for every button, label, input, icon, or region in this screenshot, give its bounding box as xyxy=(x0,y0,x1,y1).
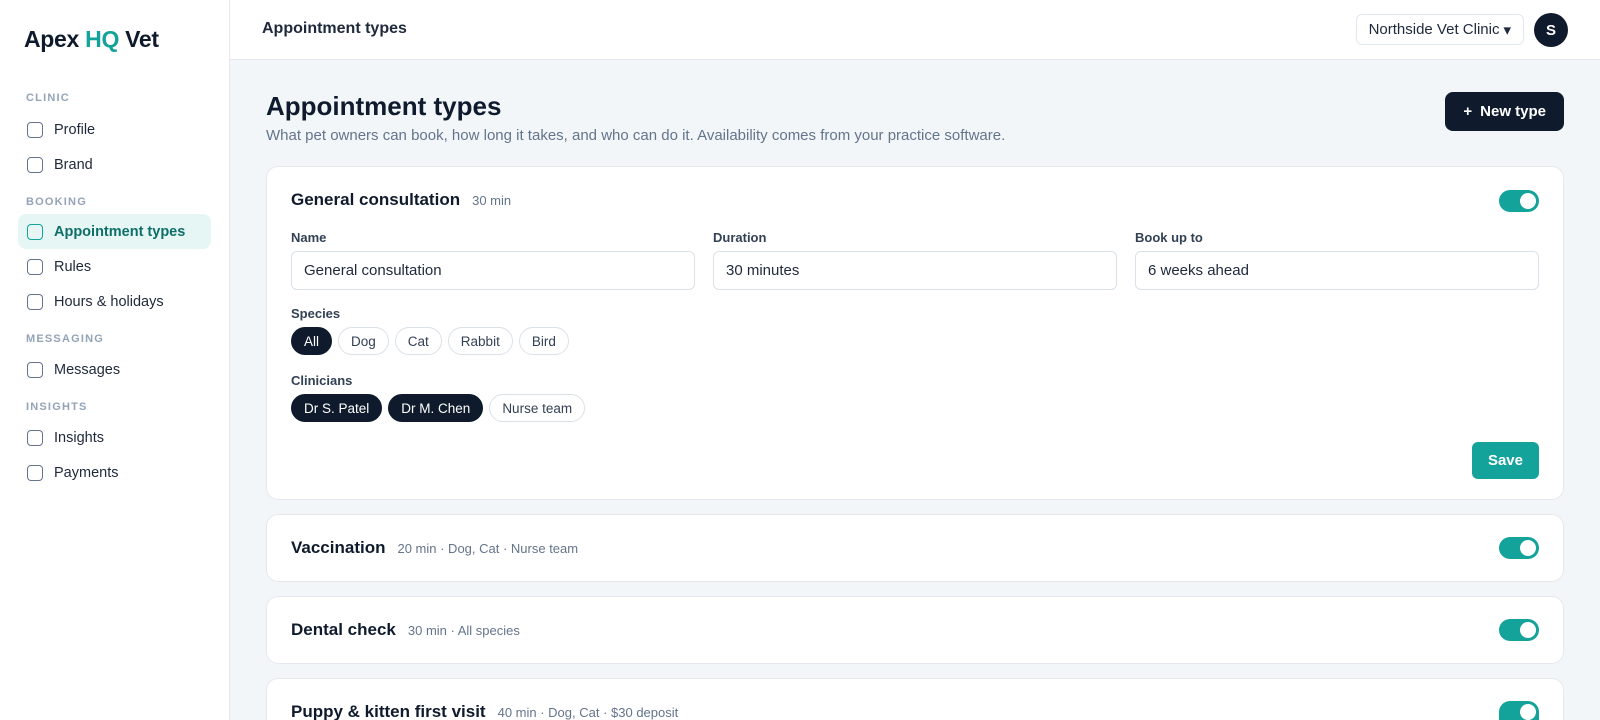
nav-section-booking: BOOKING xyxy=(26,196,87,208)
chevron-down-icon: ▾ xyxy=(1503,21,1511,39)
appointment-type-name: Dental check xyxy=(291,620,396,639)
appointment-type-name: Puppy & kitten first visit xyxy=(291,702,486,720)
sidebar-item-label: Hours & holidays xyxy=(54,293,164,310)
name-input[interactable]: General consultation xyxy=(291,251,695,290)
enabled-toggle[interactable] xyxy=(1499,537,1539,559)
species-label: Species xyxy=(291,306,341,321)
species-chip-bird[interactable]: Bird xyxy=(518,327,569,355)
page-title: Appointment types xyxy=(266,91,502,121)
appointment-type-card-puppy-kitten[interactable]: Puppy & kitten first visit 40 min · Dog,… xyxy=(266,678,1564,720)
appointment-type-name: General consultation xyxy=(291,190,461,209)
appointment-type-meta: 30 min · All species xyxy=(407,623,520,638)
appointment-type-card-dental-check[interactable]: Dental check 30 min · All species xyxy=(266,596,1564,664)
app-logo[interactable]: Apex HQ Vet xyxy=(24,26,159,53)
checkbox-icon xyxy=(27,156,43,173)
species-chip-dog[interactable]: Dog xyxy=(338,327,389,355)
checkbox-icon xyxy=(27,223,43,240)
sidebar-item-hours-holidays[interactable]: Hours & holidays xyxy=(18,284,211,319)
sidebar-item-label: Insights xyxy=(54,429,104,446)
enabled-toggle[interactable] xyxy=(1499,619,1539,641)
duration-input[interactable]: 30 minutes xyxy=(713,251,1117,290)
appointment-type-name: Vaccination xyxy=(291,538,386,557)
checkbox-icon xyxy=(27,464,43,481)
user-avatar[interactable]: S xyxy=(1534,13,1568,47)
card-header[interactable]: General consultation 30 min xyxy=(291,190,511,210)
logo-word-2: HQ xyxy=(85,26,120,52)
clinician-chip-chen[interactable]: Dr M. Chen xyxy=(388,394,484,422)
sidebar-item-label: Rules xyxy=(54,258,92,275)
nav-section-insights: INSIGHTS xyxy=(26,401,88,413)
card-header: Puppy & kitten first visit 40 min · Dog,… xyxy=(291,702,678,720)
clinician-chip-nurse-team[interactable]: Nurse team xyxy=(489,394,586,422)
topbar-title: Appointment types xyxy=(262,20,407,37)
toggle-knob xyxy=(1520,540,1536,556)
clinician-chips: Dr S. Patel Dr M. Chen Nurse team xyxy=(291,394,586,422)
new-type-label: New type xyxy=(1480,103,1546,120)
name-label: Name xyxy=(291,230,327,245)
sidebar-item-label: Payments xyxy=(54,464,119,481)
checkbox-icon xyxy=(27,258,43,275)
species-chips: All Dog Cat Rabbit Bird xyxy=(291,327,569,355)
checkbox-icon xyxy=(27,293,43,310)
clinician-chip-patel[interactable]: Dr S. Patel xyxy=(291,394,383,422)
sidebar: Apex HQ Vet CLINIC Profile Brand BOOKING… xyxy=(0,0,230,720)
enabled-toggle[interactable] xyxy=(1499,190,1539,212)
book-ahead-label: Book up to xyxy=(1135,230,1203,245)
toggle-knob xyxy=(1520,193,1536,209)
toggle-knob xyxy=(1520,622,1536,638)
checkbox-icon xyxy=(27,361,43,378)
species-chip-cat[interactable]: Cat xyxy=(394,327,442,355)
card-header: Vaccination 20 min · Dog, Cat · Nurse te… xyxy=(291,538,578,558)
plus-icon: + xyxy=(1463,103,1473,120)
checkbox-icon xyxy=(27,121,43,138)
duration-label: Duration xyxy=(713,230,767,245)
clinic-selector[interactable]: Northside Vet Clinic ▾ xyxy=(1355,14,1524,45)
sidebar-item-label: Messages xyxy=(54,361,121,378)
sidebar-item-rules[interactable]: Rules xyxy=(18,249,211,284)
nav-section-clinic: CLINIC xyxy=(26,92,70,104)
nav-section-messaging: MESSAGING xyxy=(26,333,105,345)
logo-word-1: Apex xyxy=(24,26,80,52)
sidebar-item-appointment-types[interactable]: Appointment types xyxy=(18,214,211,249)
appointment-type-card-general-consultation: General consultation 30 min Name General… xyxy=(266,166,1564,500)
new-type-button[interactable]: + New type xyxy=(1445,92,1564,131)
appointment-type-meta: 40 min · Dog, Cat · $30 deposit xyxy=(497,705,679,720)
save-button[interactable]: Save xyxy=(1471,442,1539,479)
sidebar-item-label: Brand xyxy=(54,156,93,173)
appointment-type-meta: 30 min xyxy=(472,193,512,208)
sidebar-item-messages[interactable]: Messages xyxy=(18,352,211,387)
sidebar-item-profile[interactable]: Profile xyxy=(18,112,211,147)
appointment-type-card-vaccination[interactable]: Vaccination 20 min · Dog, Cat · Nurse te… xyxy=(266,514,1564,582)
page-subtitle: What pet owners can book, how long it ta… xyxy=(266,127,1006,144)
clinicians-label: Clinicians xyxy=(291,373,353,388)
toggle-knob xyxy=(1520,704,1536,720)
appointment-type-meta: 20 min · Dog, Cat · Nurse team xyxy=(397,541,579,556)
species-chip-rabbit[interactable]: Rabbit xyxy=(447,327,513,355)
sidebar-item-brand[interactable]: Brand xyxy=(18,147,211,182)
logo-word-3: Vet xyxy=(125,26,159,52)
book-ahead-input[interactable]: 6 weeks ahead xyxy=(1135,251,1539,290)
clinic-name: Northside Vet Clinic xyxy=(1368,21,1500,38)
enabled-toggle[interactable] xyxy=(1499,701,1539,720)
topbar: Appointment types Northside Vet Clinic ▾… xyxy=(230,0,1600,60)
sidebar-item-label: Profile xyxy=(54,121,96,138)
sidebar-item-payments[interactable]: Payments xyxy=(18,455,211,490)
sidebar-item-label: Appointment types xyxy=(54,223,186,240)
sidebar-item-insights[interactable]: Insights xyxy=(18,420,211,455)
checkbox-icon xyxy=(27,429,43,446)
species-chip-all[interactable]: All xyxy=(291,327,333,355)
card-header: Dental check 30 min · All species xyxy=(291,620,520,640)
